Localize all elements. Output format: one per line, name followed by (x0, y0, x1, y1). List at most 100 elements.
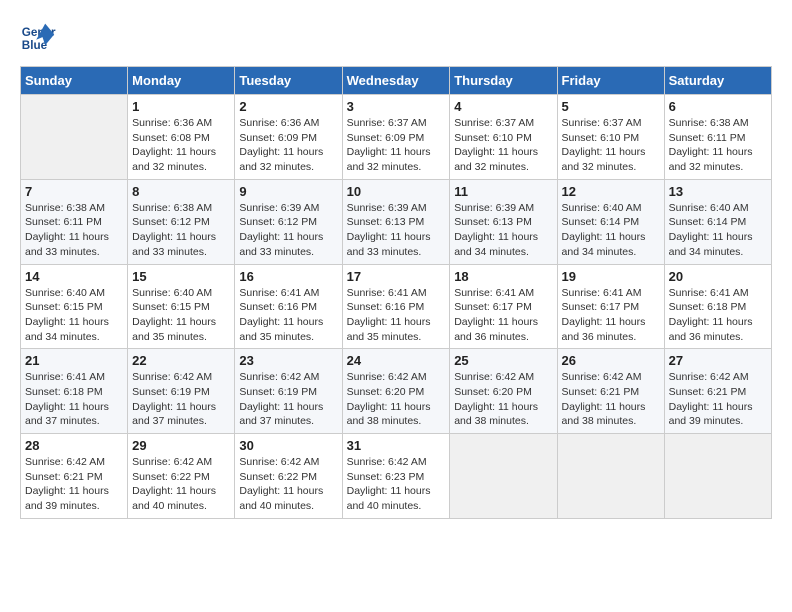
day-number: 16 (239, 269, 337, 284)
day-info: Sunrise: 6:41 AM Sunset: 6:16 PM Dayligh… (239, 286, 337, 345)
day-info: Sunrise: 6:38 AM Sunset: 6:11 PM Dayligh… (669, 116, 767, 175)
day-info: Sunrise: 6:39 AM Sunset: 6:13 PM Dayligh… (454, 201, 552, 260)
day-number: 23 (239, 353, 337, 368)
week-row-2: 7 Sunrise: 6:38 AM Sunset: 6:11 PM Daylig… (21, 179, 772, 264)
day-number: 15 (132, 269, 230, 284)
calendar-cell: 4 Sunrise: 6:37 AM Sunset: 6:10 PM Daylig… (450, 95, 557, 180)
day-info: Sunrise: 6:37 AM Sunset: 6:10 PM Dayligh… (454, 116, 552, 175)
calendar-cell: 5 Sunrise: 6:37 AM Sunset: 6:10 PM Daylig… (557, 95, 664, 180)
calendar-cell: 22 Sunrise: 6:42 AM Sunset: 6:19 PM Dayli… (128, 349, 235, 434)
day-info: Sunrise: 6:41 AM Sunset: 6:16 PM Dayligh… (347, 286, 446, 345)
header-monday: Monday (128, 67, 235, 95)
day-info: Sunrise: 6:41 AM Sunset: 6:18 PM Dayligh… (25, 370, 123, 429)
day-number: 9 (239, 184, 337, 199)
day-number: 21 (25, 353, 123, 368)
day-number: 12 (562, 184, 660, 199)
logo: GeneralBlue (20, 20, 56, 56)
day-number: 17 (347, 269, 446, 284)
header-saturday: Saturday (664, 67, 771, 95)
calendar-cell: 23 Sunrise: 6:42 AM Sunset: 6:19 PM Dayli… (235, 349, 342, 434)
day-info: Sunrise: 6:42 AM Sunset: 6:20 PM Dayligh… (347, 370, 446, 429)
header-friday: Friday (557, 67, 664, 95)
day-number: 30 (239, 438, 337, 453)
day-info: Sunrise: 6:41 AM Sunset: 6:18 PM Dayligh… (669, 286, 767, 345)
day-info: Sunrise: 6:42 AM Sunset: 6:23 PM Dayligh… (347, 455, 446, 514)
day-number: 22 (132, 353, 230, 368)
calendar-cell: 21 Sunrise: 6:41 AM Sunset: 6:18 PM Dayli… (21, 349, 128, 434)
day-number: 13 (669, 184, 767, 199)
page-header: GeneralBlue (20, 20, 772, 56)
calendar-cell: 18 Sunrise: 6:41 AM Sunset: 6:17 PM Dayli… (450, 264, 557, 349)
day-number: 26 (562, 353, 660, 368)
day-info: Sunrise: 6:42 AM Sunset: 6:19 PM Dayligh… (132, 370, 230, 429)
day-number: 20 (669, 269, 767, 284)
day-info: Sunrise: 6:40 AM Sunset: 6:14 PM Dayligh… (669, 201, 767, 260)
day-info: Sunrise: 6:42 AM Sunset: 6:21 PM Dayligh… (25, 455, 123, 514)
header-tuesday: Tuesday (235, 67, 342, 95)
week-row-1: 1Sunrise: 6:36 AM Sunset: 6:08 PM Daylig… (21, 95, 772, 180)
day-number: 25 (454, 353, 552, 368)
calendar-cell (450, 434, 557, 519)
day-info: Sunrise: 6:42 AM Sunset: 6:22 PM Dayligh… (132, 455, 230, 514)
day-number: 4 (454, 99, 552, 114)
calendar-header-row: SundayMondayTuesdayWednesdayThursdayFrid… (21, 67, 772, 95)
day-info: Sunrise: 6:40 AM Sunset: 6:14 PM Dayligh… (562, 201, 660, 260)
calendar-cell: 24 Sunrise: 6:42 AM Sunset: 6:20 PM Dayli… (342, 349, 450, 434)
day-info: Sunrise: 6:42 AM Sunset: 6:22 PM Dayligh… (239, 455, 337, 514)
day-number: 2 (239, 99, 337, 114)
calendar-cell: 6 Sunrise: 6:38 AM Sunset: 6:11 PM Daylig… (664, 95, 771, 180)
day-number: 18 (454, 269, 552, 284)
calendar-cell: 3 Sunrise: 6:37 AM Sunset: 6:09 PM Daylig… (342, 95, 450, 180)
day-info: Sunrise: 6:42 AM Sunset: 6:20 PM Dayligh… (454, 370, 552, 429)
calendar-cell: 30 Sunrise: 6:42 AM Sunset: 6:22 PM Dayli… (235, 434, 342, 519)
calendar-cell: 15 Sunrise: 6:40 AM Sunset: 6:15 PM Dayli… (128, 264, 235, 349)
day-info: Sunrise: 6:41 AM Sunset: 6:17 PM Dayligh… (454, 286, 552, 345)
calendar-cell: 19Sunrise: 6:41 AM Sunset: 6:17 PM Dayli… (557, 264, 664, 349)
day-info: Sunrise: 6:41 AM Sunset: 6:17 PM Dayligh… (562, 286, 660, 345)
day-number: 6 (669, 99, 767, 114)
header-wednesday: Wednesday (342, 67, 450, 95)
day-number: 5 (562, 99, 660, 114)
calendar-cell: 10Sunrise: 6:39 AM Sunset: 6:13 PM Dayli… (342, 179, 450, 264)
day-number: 3 (347, 99, 446, 114)
day-number: 7 (25, 184, 123, 199)
header-thursday: Thursday (450, 67, 557, 95)
calendar-cell: 25 Sunrise: 6:42 AM Sunset: 6:20 PM Dayli… (450, 349, 557, 434)
calendar-cell (21, 95, 128, 180)
calendar-cell: 16 Sunrise: 6:41 AM Sunset: 6:16 PM Dayli… (235, 264, 342, 349)
week-row-4: 21 Sunrise: 6:41 AM Sunset: 6:18 PM Dayli… (21, 349, 772, 434)
calendar-cell: 12 Sunrise: 6:40 AM Sunset: 6:14 PM Dayli… (557, 179, 664, 264)
calendar-cell: 2 Sunrise: 6:36 AM Sunset: 6:09 PM Daylig… (235, 95, 342, 180)
day-number: 27 (669, 353, 767, 368)
day-info: Sunrise: 6:40 AM Sunset: 6:15 PM Dayligh… (25, 286, 123, 345)
day-number: 29 (132, 438, 230, 453)
day-info: Sunrise: 6:36 AM Sunset: 6:09 PM Dayligh… (239, 116, 337, 175)
day-number: 8 (132, 184, 230, 199)
calendar-cell: 31 Sunrise: 6:42 AM Sunset: 6:23 PM Dayli… (342, 434, 450, 519)
calendar-cell (557, 434, 664, 519)
day-info: Sunrise: 6:39 AM Sunset: 6:12 PM Dayligh… (239, 201, 337, 260)
calendar-cell: 8 Sunrise: 6:38 AM Sunset: 6:12 PM Daylig… (128, 179, 235, 264)
calendar-cell: 7 Sunrise: 6:38 AM Sunset: 6:11 PM Daylig… (21, 179, 128, 264)
calendar-cell: 14 Sunrise: 6:40 AM Sunset: 6:15 PM Dayli… (21, 264, 128, 349)
calendar-cell: 20 Sunrise: 6:41 AM Sunset: 6:18 PM Dayli… (664, 264, 771, 349)
day-info: Sunrise: 6:40 AM Sunset: 6:15 PM Dayligh… (132, 286, 230, 345)
calendar-cell: 9 Sunrise: 6:39 AM Sunset: 6:12 PM Daylig… (235, 179, 342, 264)
day-info: Sunrise: 6:38 AM Sunset: 6:12 PM Dayligh… (132, 201, 230, 260)
day-info: Sunrise: 6:37 AM Sunset: 6:09 PM Dayligh… (347, 116, 446, 175)
day-info: Sunrise: 6:37 AM Sunset: 6:10 PM Dayligh… (562, 116, 660, 175)
day-info: Sunrise: 6:42 AM Sunset: 6:19 PM Dayligh… (239, 370, 337, 429)
calendar-cell: 27 Sunrise: 6:42 AM Sunset: 6:21 PM Dayli… (664, 349, 771, 434)
day-info: Sunrise: 6:42 AM Sunset: 6:21 PM Dayligh… (669, 370, 767, 429)
calendar-cell: 13 Sunrise: 6:40 AM Sunset: 6:14 PM Dayli… (664, 179, 771, 264)
day-number: 10 (347, 184, 446, 199)
day-number: 11 (454, 184, 552, 199)
week-row-3: 14 Sunrise: 6:40 AM Sunset: 6:15 PM Dayli… (21, 264, 772, 349)
day-info: Sunrise: 6:38 AM Sunset: 6:11 PM Dayligh… (25, 201, 123, 260)
calendar-cell: 26Sunrise: 6:42 AM Sunset: 6:21 PM Dayli… (557, 349, 664, 434)
day-number: 31 (347, 438, 446, 453)
calendar-cell (664, 434, 771, 519)
day-number: 24 (347, 353, 446, 368)
week-row-5: 28Sunrise: 6:42 AM Sunset: 6:21 PM Dayli… (21, 434, 772, 519)
day-number: 14 (25, 269, 123, 284)
